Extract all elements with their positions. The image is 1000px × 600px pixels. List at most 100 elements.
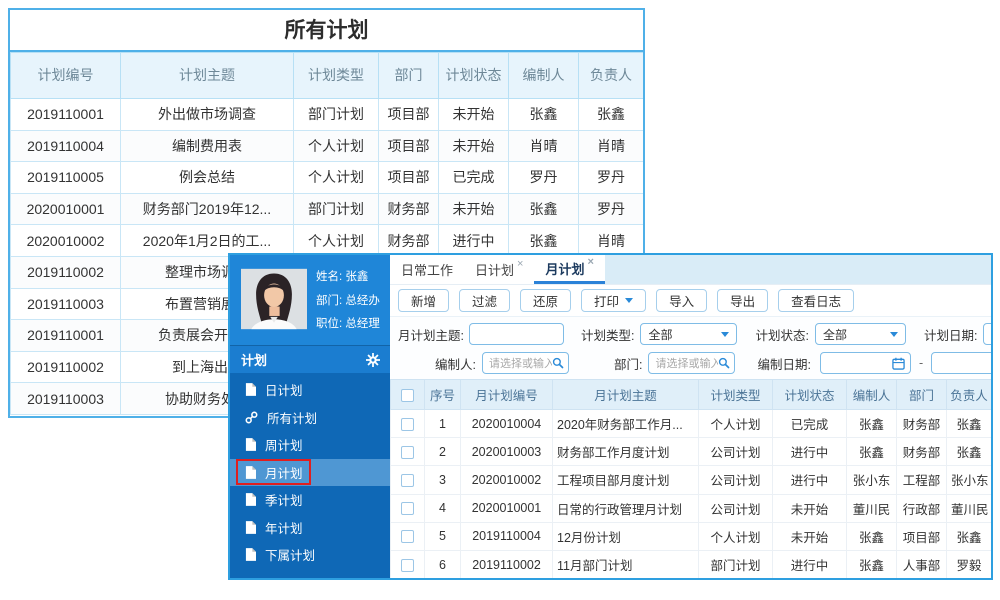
- sidebar-item-subordinate-plan[interactable]: 下属计划: [230, 541, 390, 569]
- view-log-button[interactable]: 查看日志: [778, 289, 855, 312]
- add-button[interactable]: 新增: [398, 289, 450, 312]
- close-icon[interactable]: ×: [587, 256, 593, 268]
- cell-plan-id-link[interactable]: 2020010003: [460, 437, 553, 467]
- status-filter-select[interactable]: 全部: [814, 323, 906, 345]
- cell-owner-link[interactable]: 张小东: [946, 465, 991, 495]
- sidebar-item-label: 下属计划: [265, 549, 316, 564]
- cell-subject-link[interactable]: 2020年财务部工作月...: [552, 408, 699, 439]
- sidebar-item-monthly-plan[interactable]: 月计划: [230, 458, 390, 486]
- cell-plan-id: 2019110003: [10, 382, 121, 415]
- cell-subject-link[interactable]: 11月部门计划: [552, 549, 699, 578]
- cell-plan-id: 2019110001: [10, 319, 121, 352]
- sidebar-item-all-plans[interactable]: 所有计划: [230, 404, 390, 432]
- row-checkbox[interactable]: [401, 502, 414, 516]
- cell-creator-link[interactable]: 董川民: [846, 493, 897, 523]
- cell-subject-link[interactable]: 财务部工作月度计划: [552, 437, 699, 467]
- close-icon[interactable]: ×: [517, 258, 523, 270]
- select-all-checkbox[interactable]: [401, 388, 414, 402]
- cell-subject-link[interactable]: 日常的行政管理月计划: [552, 493, 699, 523]
- tab-label: 日常工作: [401, 263, 454, 278]
- table-row[interactable]: 3 2020010002 工程项目部月度计划 公司计划 进行中 张小东 工程部 …: [390, 465, 991, 495]
- type-filter-select[interactable]: 全部: [640, 323, 738, 345]
- col-department: 部门: [896, 379, 947, 410]
- col-plan-type: 计划类型: [293, 52, 379, 99]
- table-row[interactable]: 2 2020010003 财务部工作月度计划 公司计划 进行中 张鑫 财务部 张…: [390, 437, 991, 467]
- row-checkbox[interactable]: [401, 445, 414, 459]
- cell-owner-link[interactable]: 张鑫: [946, 521, 991, 551]
- table-row[interactable]: 2020010001 财务部门2019年12... 部门计划 财务部 未开始 张…: [10, 192, 643, 226]
- cell-creator-link[interactable]: 张鑫: [846, 549, 897, 578]
- monthly-plan-header-row: 序号 月计划编号 月计划主题 计划类型 计划状态 编制人 部门 负责人: [390, 379, 991, 410]
- filter-panel: 月计划主题: 计划类型: 全部 计划状态: 全部 计划日期: 编制人: 请选择或…: [390, 317, 991, 379]
- search-icon[interactable]: [718, 357, 730, 369]
- cell-dept: 项目部: [378, 129, 439, 163]
- table-row[interactable]: 6 2019110002 11月部门计划 部门计划 进行中 张鑫 人事部 罗毅: [390, 549, 991, 578]
- plan-date-input[interactable]: [983, 323, 991, 345]
- cell-owner-link[interactable]: 罗毅: [946, 549, 991, 578]
- table-row[interactable]: 2019110005 例会总结 个人计划 项目部 已完成 罗丹 罗丹: [10, 161, 643, 194]
- cell-creator-link[interactable]: 张鑫: [846, 437, 897, 467]
- row-checkbox[interactable]: [401, 530, 414, 544]
- table-row[interactable]: 1 2020010004 2020年财务部工作月... 个人计划 已完成 张鑫 …: [390, 408, 991, 439]
- cell-owner-link[interactable]: 张鑫: [946, 437, 991, 467]
- subject-filter-input[interactable]: [468, 323, 564, 345]
- cell-dept: 行政部: [896, 493, 947, 523]
- cell-subject-link[interactable]: 12月份计划: [552, 521, 699, 551]
- cell-plan-id-link[interactable]: 2020010004: [460, 408, 553, 439]
- cell-owner-link[interactable]: 董川民: [946, 493, 991, 523]
- create-date-end-input[interactable]: [931, 352, 991, 374]
- cell-seq: 3: [424, 465, 461, 495]
- calendar-icon[interactable]: [892, 357, 905, 370]
- cell-plan-id-link[interactable]: 2019110004: [460, 521, 553, 551]
- reset-button[interactable]: 还原: [520, 289, 572, 312]
- row-checkbox[interactable]: [401, 474, 414, 488]
- cell-plan-id-link[interactable]: 2020010002: [460, 465, 553, 495]
- cell-plan-id: 2019110002: [10, 350, 121, 384]
- row-checkbox[interactable]: [401, 558, 414, 572]
- cell-dept: 财务部: [378, 192, 439, 226]
- cell-plan-id-link[interactable]: 2020010001: [460, 493, 553, 523]
- cell-creator-link[interactable]: 张鑫: [846, 521, 897, 551]
- create-date-filter-label: 编制日期:: [757, 357, 811, 372]
- table-row[interactable]: 4 2020010001 日常的行政管理月计划 公司计划 未开始 董川民 行政部…: [390, 493, 991, 523]
- cell-dept: 工程部: [896, 465, 947, 495]
- tab-bar-filler: [604, 255, 991, 284]
- cell-owner-link[interactable]: 张鑫: [946, 408, 991, 439]
- cell-subject-link[interactable]: 工程项目部月度计划: [552, 465, 699, 495]
- creator-filter-input[interactable]: 请选择或输入: [481, 352, 569, 374]
- cell-creator-link[interactable]: 张小东: [846, 465, 897, 495]
- monthly-plan-table-wrap: 序号 月计划编号 月计划主题 计划类型 计划状态 编制人 部门 负责人 1 20…: [390, 379, 991, 578]
- filter-button[interactable]: 过滤: [459, 289, 511, 312]
- table-row[interactable]: 2020010002 2020年1月2日的工... 个人计划 财务部 进行中 张…: [10, 224, 643, 257]
- sidebar-item-yearly-plan[interactable]: 年计划: [230, 514, 390, 542]
- cell-status: 已完成: [438, 161, 509, 194]
- table-row[interactable]: 5 2019110004 12月份计划 个人计划 未开始 张鑫 项目部 张鑫: [390, 521, 991, 551]
- doc-icon: [245, 465, 256, 479]
- tab-daily-plan[interactable]: 日计划 ×: [464, 255, 534, 284]
- button-label: 打印: [594, 295, 620, 309]
- tab-daily-work[interactable]: 日常工作: [390, 255, 464, 284]
- sidebar-item-quarterly-plan[interactable]: 季计划: [230, 486, 390, 514]
- cell-dept: 项目部: [378, 98, 439, 131]
- tab-monthly-plan[interactable]: 月计划 ×: [534, 255, 605, 284]
- sidebar-item-weekly-plan[interactable]: 周计划: [230, 431, 390, 459]
- row-checkbox[interactable]: [401, 417, 414, 431]
- search-icon[interactable]: [552, 357, 564, 369]
- cell-owner: 罗丹: [578, 161, 643, 194]
- print-button[interactable]: 打印: [581, 289, 647, 312]
- create-date-start-input[interactable]: [819, 352, 911, 374]
- cell-type: 部门计划: [698, 549, 773, 578]
- import-button[interactable]: 导入: [656, 289, 708, 312]
- cell-plan-id-link[interactable]: 2019110002: [460, 549, 553, 578]
- date-range-separator: -: [918, 356, 924, 370]
- table-row[interactable]: 2019110001 外出做市场调查 部门计划 项目部 未开始 张鑫 张鑫: [10, 98, 643, 131]
- sidebar-item-daily-plan[interactable]: 日计划: [230, 376, 390, 404]
- dept-filter-input[interactable]: 请选择或输入: [648, 352, 736, 374]
- cell-plan-id: 2019110001: [10, 98, 121, 131]
- chevron-down-icon: [889, 331, 898, 337]
- cell-seq: 5: [424, 521, 461, 551]
- export-button[interactable]: 导出: [717, 289, 769, 312]
- table-row[interactable]: 2019110004 编制费用表 个人计划 项目部 未开始 肖晴 肖晴: [10, 129, 643, 163]
- gear-icon[interactable]: [366, 352, 380, 367]
- cell-creator-link[interactable]: 张鑫: [846, 408, 897, 439]
